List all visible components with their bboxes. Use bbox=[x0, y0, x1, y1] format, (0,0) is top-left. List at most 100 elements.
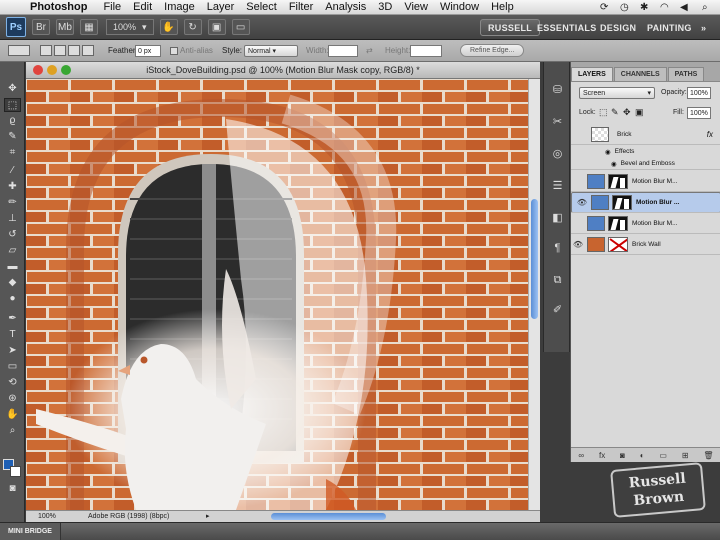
volume-icon[interactable]: ◀ bbox=[680, 0, 688, 15]
blend-mode-select[interactable]: Screen ▾ bbox=[579, 87, 655, 99]
time-machine-icon[interactable]: ◷ bbox=[620, 0, 629, 15]
history-panel-icon[interactable]: ⛁ bbox=[549, 82, 566, 98]
menu-file[interactable]: File bbox=[97, 1, 127, 13]
adjustment-layer-icon[interactable]: ◐ bbox=[640, 451, 645, 460]
menu-layer[interactable]: Layer bbox=[201, 1, 241, 13]
subtract-selection-icon[interactable] bbox=[68, 45, 80, 56]
fill-input[interactable]: 100% bbox=[687, 107, 711, 119]
launch-bridge-icon[interactable]: Br bbox=[32, 19, 50, 35]
style-select[interactable]: Normal ▾ bbox=[244, 44, 298, 57]
clone-stamp-tool-icon[interactable]: ⊥ bbox=[4, 212, 21, 226]
lock-all-icon[interactable]: ▣ bbox=[635, 107, 644, 118]
layer-row-motion-blur-mask-copy[interactable]: 👁 Motion Blur ... bbox=[571, 192, 720, 213]
zoom-window-icon[interactable] bbox=[61, 65, 71, 75]
blur-tool-icon[interactable]: ◆ bbox=[4, 276, 21, 290]
fx-badge[interactable]: fx bbox=[707, 130, 713, 139]
pen-tool-icon[interactable]: ✒ bbox=[4, 312, 21, 326]
screen-mode-icon[interactable]: ▭ bbox=[231, 19, 250, 35]
quick-mask-icon[interactable]: ◙ bbox=[4, 482, 21, 496]
clone-source-icon[interactable]: ⧉ bbox=[549, 272, 566, 288]
navigator-icon[interactable]: ◎ bbox=[549, 146, 566, 162]
horizontal-scroll-thumb[interactable] bbox=[271, 513, 386, 520]
adjustments-icon[interactable]: ☰ bbox=[549, 178, 566, 194]
menu-3d[interactable]: 3D bbox=[372, 1, 398, 13]
crop-tool-icon[interactable]: ⌗ bbox=[4, 146, 21, 160]
eyedropper-tool-icon[interactable]: ⁄ bbox=[4, 164, 21, 178]
tab-paths[interactable]: PATHS bbox=[667, 67, 705, 81]
workspace-design[interactable]: DESIGN bbox=[593, 19, 643, 36]
history-brush-tool-icon[interactable]: ↺ bbox=[4, 228, 21, 242]
rotate-view-icon[interactable]: ↻ bbox=[183, 19, 202, 35]
sync-icon[interactable]: ⟳ bbox=[600, 0, 608, 15]
menu-view[interactable]: View bbox=[398, 1, 434, 13]
menu-select[interactable]: Select bbox=[240, 1, 283, 13]
antialias-checkbox[interactable] bbox=[170, 46, 178, 55]
quick-selection-tool-icon[interactable]: ✎ bbox=[4, 130, 21, 144]
layer-row-brick[interactable]: Brick fx bbox=[571, 124, 720, 145]
launch-minibridge-icon[interactable]: Mb bbox=[56, 19, 74, 35]
path-selection-tool-icon[interactable]: ➤ bbox=[4, 344, 21, 358]
vertical-scroll-thumb[interactable] bbox=[531, 199, 538, 319]
menu-image[interactable]: Image bbox=[158, 1, 201, 13]
swap-dimensions-icon[interactable]: ⇄ bbox=[366, 46, 373, 55]
opacity-input[interactable]: 100% bbox=[687, 87, 711, 99]
eraser-tool-icon[interactable]: ▱ bbox=[4, 244, 21, 258]
layer-style-icon[interactable]: fx bbox=[599, 451, 605, 460]
visibility-icon[interactable]: 👁 bbox=[571, 240, 585, 249]
lasso-tool-icon[interactable]: ϱ bbox=[4, 114, 21, 128]
delete-layer-icon[interactable]: 🗑 bbox=[703, 451, 713, 460]
lock-position-icon[interactable]: ✥ bbox=[623, 107, 631, 118]
zoom-level-select[interactable]: 100% ▾ bbox=[106, 19, 154, 35]
extras-icon[interactable]: ▦ bbox=[80, 19, 98, 35]
character-icon[interactable]: ¶ bbox=[549, 240, 566, 256]
new-layer-icon[interactable]: ⊞ bbox=[682, 451, 689, 460]
shape-tool-icon[interactable]: ▭ bbox=[4, 360, 21, 374]
image-canvas[interactable] bbox=[26, 79, 528, 510]
visibility-icon[interactable]: 👁 bbox=[575, 197, 589, 208]
3d-orbit-tool-icon[interactable]: ⊛ bbox=[4, 392, 21, 406]
height-input[interactable] bbox=[410, 44, 442, 57]
gradient-tool-icon[interactable]: ▬ bbox=[4, 260, 21, 274]
spotlight-icon[interactable]: ⌕ bbox=[702, 0, 708, 15]
healing-brush-tool-icon[interactable]: ✚ bbox=[4, 180, 21, 194]
brush-panel-icon[interactable]: ✐ bbox=[549, 302, 566, 318]
marquee-preset-icon[interactable] bbox=[8, 45, 30, 56]
menu-analysis[interactable]: Analysis bbox=[319, 1, 372, 13]
workspace-overflow-icon[interactable]: » bbox=[694, 19, 713, 36]
tab-channels[interactable]: CHANNELS bbox=[613, 67, 667, 81]
masks-icon[interactable]: ◧ bbox=[549, 210, 566, 226]
workspace-painting[interactable]: PAINTING bbox=[640, 19, 699, 36]
hand-tool-icon[interactable]: ✋ bbox=[4, 408, 21, 422]
status-zoom[interactable]: 100% bbox=[38, 513, 56, 520]
feather-input[interactable]: 0 px bbox=[135, 44, 161, 57]
dodge-tool-icon[interactable]: ● bbox=[4, 292, 21, 306]
vertical-scrollbar[interactable] bbox=[528, 79, 540, 510]
lock-pixels-icon[interactable]: ✎ bbox=[611, 107, 619, 118]
tab-layers[interactable]: LAYERS bbox=[571, 67, 613, 81]
arrange-documents-icon[interactable]: ▣ bbox=[207, 19, 226, 35]
menu-window[interactable]: Window bbox=[434, 1, 485, 13]
layer-row-motion-blur-mask-2[interactable]: Motion Blur M... bbox=[571, 213, 720, 234]
close-window-icon[interactable] bbox=[33, 65, 43, 75]
layer-row-brick-wall[interactable]: 👁 Brick Wall bbox=[571, 234, 720, 255]
minimize-window-icon[interactable] bbox=[47, 65, 57, 75]
type-tool-icon[interactable]: T bbox=[4, 328, 21, 342]
effect-visibility-icon[interactable]: ◉ bbox=[611, 160, 617, 168]
refine-edge-button[interactable]: Refine Edge... bbox=[460, 44, 525, 57]
mini-bridge-tab[interactable]: MINI BRIDGE bbox=[0, 523, 61, 540]
background-color-swatch[interactable] bbox=[10, 466, 21, 477]
move-tool-icon[interactable]: ✥ bbox=[4, 82, 21, 96]
menu-filter[interactable]: Filter bbox=[283, 1, 319, 13]
new-group-icon[interactable]: ▭ bbox=[659, 451, 667, 460]
add-mask-icon[interactable]: ◙ bbox=[620, 451, 625, 460]
effects-row[interactable]: ◉ Effects bbox=[571, 145, 720, 158]
rectangular-marquee-tool-icon[interactable]: ⬚ bbox=[4, 98, 21, 112]
width-input[interactable] bbox=[328, 44, 358, 57]
3d-rotate-tool-icon[interactable]: ⟲ bbox=[4, 376, 21, 390]
add-selection-icon[interactable] bbox=[54, 45, 66, 56]
menu-help[interactable]: Help bbox=[485, 1, 520, 13]
tools-preset-icon[interactable]: ✂ bbox=[549, 114, 566, 130]
effect-bevel-emboss-row[interactable]: ◉ Bevel and Emboss bbox=[571, 158, 720, 170]
new-selection-icon[interactable] bbox=[40, 45, 52, 56]
layer-row-motion-blur-mask-1[interactable]: Motion Blur M... bbox=[571, 171, 720, 192]
